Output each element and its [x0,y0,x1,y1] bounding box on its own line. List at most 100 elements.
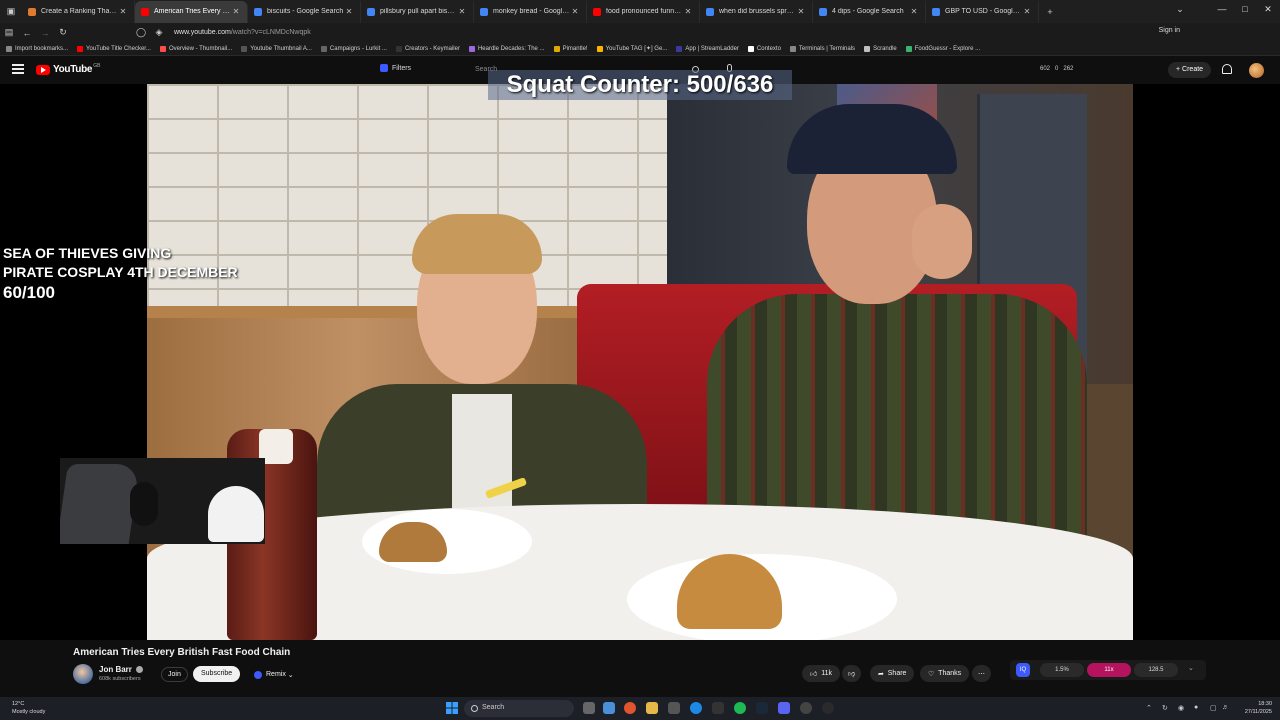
extension-badge-icon[interactable]: IQ [1016,663,1030,677]
thanks-label: Thanks [938,670,962,677]
bookmark-label: Contexto [756,45,781,52]
close-tab-icon[interactable]: ✕ [344,7,354,16]
copilot-icon[interactable] [603,702,615,714]
thanks-button[interactable]: ♡ Thanks [920,665,970,682]
windows-start-icon[interactable] [446,702,458,714]
chevron-down-icon[interactable]: ⌄ [1188,664,1194,672]
rating-value-highlight: 11x [1087,663,1131,677]
create-button[interactable]: + Create [1168,62,1212,78]
share-button[interactable]: ➦ Share [870,665,915,682]
verified-icon [135,666,143,673]
discord-icon[interactable] [778,702,790,714]
close-tab-icon[interactable]: ✕ [570,7,580,16]
browser-tab[interactable]: food pronounced funny - YouTu✕ [587,0,700,23]
bookmark-item[interactable]: Creators - Keymailer [395,45,460,52]
taskbar-clock[interactable]: 18:30 27/11/2025 [1236,700,1272,716]
browser-tab[interactable]: biscuits - Google Search ✕ [248,0,361,23]
tab-actions-icon[interactable]: ▣ [0,6,22,17]
close-tab-icon[interactable]: ✕ [1022,7,1032,16]
clock-date: 27/11/2025 [1244,709,1272,715]
tray-overflow-icon[interactable]: ⌃ [1146,704,1152,712]
youtube-logo[interactable]: YouTube GB [36,63,100,75]
close-tab-icon[interactable]: ✕ [118,7,128,16]
file-explorer-icon[interactable] [646,702,658,714]
capcut-icon[interactable] [712,702,724,714]
like-button[interactable]: 👍︎ 11k [802,665,840,682]
new-tab-icon[interactable]: + [1039,7,1061,17]
bookmark-item[interactable]: YouTube Title Checker... [77,45,151,52]
bookmark-item[interactable]: Import bookmarks... [6,45,68,52]
close-tab-icon[interactable]: ✕ [231,7,241,16]
minimize-icon[interactable]: — [1210,4,1234,14]
hamburger-menu-icon[interactable] [12,64,24,74]
tray-volume-icon[interactable]: ♬ [1222,704,1229,711]
browser-tab-active[interactable]: American Tries Every British✕ [135,0,248,23]
tray-mic-icon[interactable]: ● [1194,704,1198,711]
tab-list-icon[interactable]: ⌄ [1168,4,1192,15]
bookmark-item[interactable]: FoodGuessr - Explore ... [905,45,980,52]
video-frame[interactable] [147,84,1133,640]
sign-in-button[interactable]: Sign in [1159,27,1180,34]
close-tab-icon[interactable]: ✕ [683,7,693,16]
tray-sync-icon[interactable]: ↻ [1162,704,1168,712]
channel-avatar[interactable] [73,664,93,684]
bookmark-item[interactable]: Overview - Thumbnail... [159,45,232,52]
calculator-icon[interactable] [668,702,680,714]
taskbar-search[interactable]: Search [464,700,574,717]
join-button[interactable]: Join [161,667,188,682]
bookmark-item[interactable]: App | StreamLadder [676,45,739,52]
video-player[interactable]: SEA OF THIEVES GIVING PIRATE COSPLAY 4TH… [0,84,1280,640]
spotify-icon[interactable] [734,702,746,714]
firefox-icon[interactable] [624,702,636,714]
bookmark-favicon-icon [241,45,248,52]
bookmark-item[interactable]: Scrandle [864,45,897,52]
bookmark-item[interactable]: Pimantle! [553,45,588,52]
extension-rating-bar: IQ 1.5% 11x 128.5 ⌄ [1010,660,1206,680]
bookmark-item[interactable]: Contexto [747,45,781,52]
more-actions-button[interactable]: ⋯ [972,665,991,682]
bookmark-item[interactable]: YouTube TAG [✦] Ge... [596,45,667,52]
sidebar-toggle-icon[interactable]: ▤ [0,27,18,38]
bookmark-item[interactable]: Youtube Thumbnail A... [241,45,312,52]
back-icon[interactable]: ← [18,28,36,38]
notifications-bell-icon[interactable] [1222,64,1232,74]
browser-tab[interactable]: when did brussels sprouts beco✕ [700,0,813,23]
channel-name-row[interactable]: Jon Barr [99,665,143,674]
maximize-icon[interactable]: □ [1233,4,1257,14]
browser-tab-strip: ▣ Create a Ranking Thanksgiving✕ America… [0,0,1280,23]
thanks-icon: ♡ [928,670,935,678]
steam-icon[interactable] [756,702,768,714]
remix-button[interactable]: Remix ⌄ [248,667,300,682]
weather-condition: Mostly cloudy [12,709,46,715]
account-avatar[interactable] [1249,63,1264,78]
reload-icon[interactable]: ↻ [54,27,72,38]
browser-tab[interactable]: pillsbury pull apart biscuit - Go✕ [361,0,474,23]
tab-favicon [367,7,375,16]
browser-tab[interactable]: GBP TO USD - Google Search✕ [926,0,1039,23]
shield-icon[interactable]: ◯ [132,27,150,38]
url-field[interactable]: www.youtube.com/watch?v=cLNMDcNwqpk [174,29,311,36]
edge-icon[interactable] [690,702,702,714]
obs-icon[interactable] [800,702,812,714]
bookmark-item[interactable]: Campaigns - Lurkit ... [320,45,387,52]
close-tab-icon[interactable]: ✕ [796,7,806,16]
bookmark-item[interactable]: Heardle Decades: The ... [468,45,545,52]
dislike-button[interactable]: 👎︎ [842,665,862,682]
tray-network-icon[interactable]: ◉ [1178,704,1184,712]
close-tab-icon[interactable]: ✕ [457,7,467,16]
task-view-icon[interactable] [583,702,595,714]
close-window-icon[interactable]: ✕ [1256,4,1280,15]
browser-tab[interactable]: monkey bread - Google Search✕ [474,0,587,23]
filters-button[interactable]: Filters [380,64,411,72]
browser-tab[interactable]: 4 dips - Google Search ✕ [813,0,926,23]
browser-tab[interactable]: Create a Ranking Thanksgiving✕ [22,0,135,23]
media-player-icon[interactable] [822,702,834,714]
bookmark-item[interactable]: Terminals | Terminals [789,45,855,52]
weather-widget[interactable]: 12°C Mostly cloudy [12,700,45,716]
close-tab-icon[interactable]: ✕ [909,7,919,16]
tray-display-icon[interactable]: ▢ [1210,704,1217,712]
stream-goal-overlay: SEA OF THIEVES GIVING PIRATE COSPLAY 4TH… [3,244,283,303]
forward-icon[interactable]: → [36,28,54,38]
channel-name[interactable]: Jon Barr [99,665,132,674]
subscribe-button[interactable]: Subscribe [193,666,241,682]
